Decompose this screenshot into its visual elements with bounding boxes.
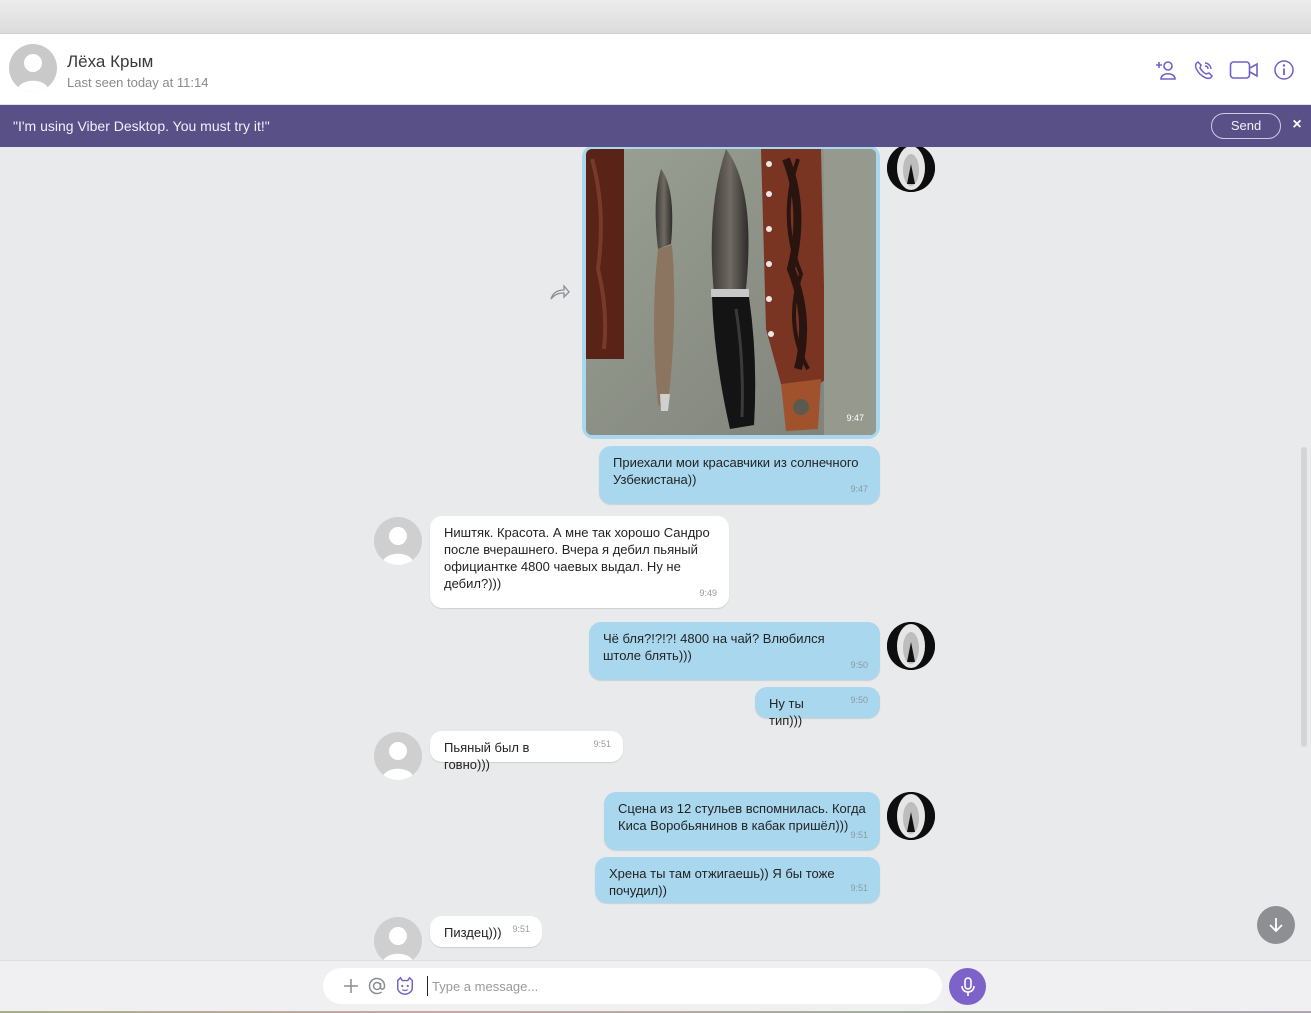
message-list[interactable]: 9:47 Приехали мои красавчики из солнечно… xyxy=(0,147,1311,960)
outgoing-message[interactable]: Приехали мои красавчики из солнечного Уз… xyxy=(599,446,880,504)
default-person-icon xyxy=(382,742,414,780)
message-time: 9:47 xyxy=(850,484,868,494)
at-icon[interactable] xyxy=(367,976,387,996)
composer-box xyxy=(323,968,942,1004)
message-time: 9:51 xyxy=(512,924,530,934)
message-time: 9:47 xyxy=(846,413,864,423)
scroll-to-bottom-button[interactable] xyxy=(1257,906,1295,944)
contact-avatar[interactable] xyxy=(374,517,422,565)
message-time: 9:50 xyxy=(850,695,868,705)
photo-message[interactable]: 9:47 xyxy=(582,147,880,439)
incoming-message[interactable]: Пиздец))) 9:51 xyxy=(430,916,542,947)
contact-avatar[interactable] xyxy=(9,44,57,92)
outgoing-message[interactable]: Чё бля?!?!?! 4800 на чай? Влюбился штоле… xyxy=(589,622,880,680)
message-text: Хрена ты там отжигаешь)) Я бы тоже почуд… xyxy=(609,866,835,898)
self-avatar[interactable] xyxy=(887,792,935,840)
message-text: Пиздец))) xyxy=(444,925,502,940)
message-time: 9:50 xyxy=(850,660,868,670)
add-contact-icon[interactable] xyxy=(1153,57,1179,83)
promo-text: "I'm using Viber Desktop. You must try i… xyxy=(13,118,270,134)
knives-photo[interactable]: 9:47 xyxy=(586,149,876,435)
message-text: Пьяный был в говно))) xyxy=(444,740,530,772)
contact-name[interactable]: Лёха Крым xyxy=(67,52,153,72)
message-time: 9:51 xyxy=(850,883,868,893)
video-call-icon[interactable] xyxy=(1229,57,1259,83)
forward-icon[interactable] xyxy=(549,283,571,301)
chat-header: Лёха Крым Last seen today at 11:14 xyxy=(0,34,1311,105)
contact-avatar[interactable] xyxy=(374,732,422,780)
self-avatar[interactable] xyxy=(887,622,935,670)
chat-scrollbar[interactable] xyxy=(1301,447,1307,747)
message-text: Ну ты тип))) xyxy=(769,696,804,728)
default-person-icon xyxy=(382,527,414,565)
arrow-down-icon xyxy=(1269,918,1283,933)
info-icon[interactable] xyxy=(1271,57,1297,83)
incoming-message[interactable]: Ништяк. Красота. А мне так хорошо Сандро… xyxy=(430,516,729,608)
message-text: Чё бля?!?!?! 4800 на чай? Влюбился штоле… xyxy=(603,631,825,663)
self-avatar[interactable] xyxy=(887,147,935,192)
message-time: 9:51 xyxy=(593,739,611,749)
message-input[interactable] xyxy=(427,976,927,996)
message-text: Ништяк. Красота. А мне так хорошо Сандро… xyxy=(444,525,710,591)
message-time: 9:51 xyxy=(850,830,868,840)
message-text: Приехали мои красавчики из солнечного Уз… xyxy=(613,455,859,487)
sticker-icon[interactable] xyxy=(395,976,415,996)
message-composer xyxy=(0,960,1311,1013)
default-person-icon xyxy=(383,927,413,960)
default-person-icon xyxy=(17,54,49,92)
window-title-strip xyxy=(0,0,1311,34)
close-banner-icon[interactable]: × xyxy=(1289,115,1305,135)
message-time: 9:49 xyxy=(699,588,717,598)
last-seen-status: Last seen today at 11:14 xyxy=(67,75,209,90)
call-icon[interactable] xyxy=(1191,57,1217,83)
outgoing-message[interactable]: Ну ты тип))) 9:50 xyxy=(755,687,880,728)
microphone-button[interactable] xyxy=(949,968,986,1005)
plus-icon[interactable] xyxy=(341,976,361,996)
message-text: Сцена из 12 стульев вспомнилась. Когда К… xyxy=(618,801,866,833)
outgoing-message[interactable]: Хрена ты там отжигаешь)) Я бы тоже почуд… xyxy=(595,857,880,903)
promo-banner: "I'm using Viber Desktop. You must try i… xyxy=(0,105,1311,147)
contact-avatar[interactable] xyxy=(374,917,422,960)
outgoing-message[interactable]: Сцена из 12 стульев вспомнилась. Когда К… xyxy=(604,792,880,850)
microphone-icon xyxy=(960,976,975,996)
incoming-message[interactable]: Пьяный был в говно))) 9:51 xyxy=(430,731,623,772)
send-promo-button[interactable]: Send xyxy=(1211,113,1281,139)
